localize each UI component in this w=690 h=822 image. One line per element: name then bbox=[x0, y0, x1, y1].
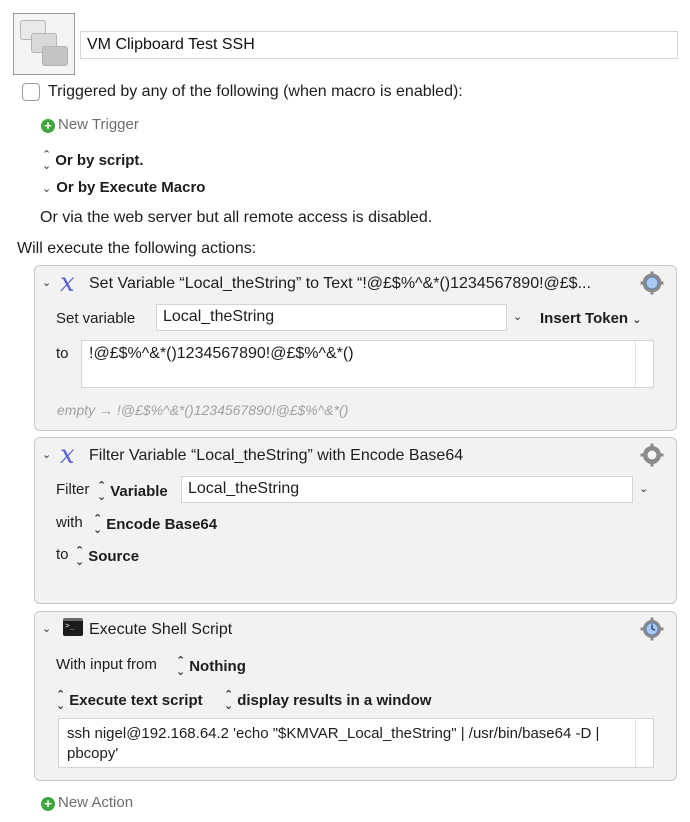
input-from-label: With input from bbox=[56, 656, 157, 673]
disclosure-chevron-icon[interactable]: ⌄ bbox=[42, 622, 51, 635]
variable-type-popup[interactable]: ⌃ ⌄ Variable bbox=[97, 481, 168, 503]
insert-token-label: Insert Token bbox=[540, 310, 629, 327]
to-label: to bbox=[56, 546, 69, 563]
up-down-chevron-icon: ⌃ ⌄ bbox=[176, 655, 186, 678]
input-source-label: Nothing bbox=[189, 657, 246, 675]
text-field-scrollbar-track bbox=[635, 341, 636, 387]
gear-icon[interactable] bbox=[640, 271, 664, 295]
shell-script-text: ssh nigel@192.168.64.2 'echo "$KMVAR_Loc… bbox=[67, 725, 600, 762]
new-trigger-label: New Trigger bbox=[58, 116, 139, 133]
insert-token-button[interactable]: Insert Token ⌄ bbox=[540, 310, 641, 327]
filter-popup[interactable]: ⌃ ⌄ Encode Base64 bbox=[93, 514, 217, 536]
chevron-down-icon: ⌄ bbox=[632, 314, 642, 326]
chevron-down-icon: ⌄ bbox=[42, 183, 52, 195]
script-mode-popup[interactable]: ⌃ ⌄ Execute text script bbox=[56, 690, 203, 712]
script-field-scrollbar-track bbox=[635, 719, 636, 767]
up-down-chevron-icon: ⌃ ⌄ bbox=[93, 513, 103, 536]
web-server-note: Or via the web server but all remote acc… bbox=[40, 209, 433, 226]
text-value-field[interactable]: !@£$%^&*()1234567890!@£$%^&*() bbox=[81, 340, 654, 388]
action-set-variable[interactable]: ⌄ x Set Variable “Local_theString” to Te… bbox=[34, 265, 677, 431]
action-title: Execute Shell Script bbox=[89, 621, 233, 638]
up-down-chevron-icon: ⌃ ⌄ bbox=[42, 149, 52, 172]
macro-name-field[interactable]: VM Clipboard Test SSH bbox=[80, 31, 678, 59]
to-label: to bbox=[56, 345, 69, 362]
plus-circle-icon: + bbox=[41, 119, 55, 133]
target-label: Source bbox=[88, 547, 140, 565]
results-popup[interactable]: ⌃ ⌄ display results in a window bbox=[224, 690, 431, 712]
or-by-execute-macro-label: Or by Execute Macro bbox=[56, 179, 206, 196]
or-by-execute-macro-toggle[interactable]: ⌄ Or by Execute Macro bbox=[42, 179, 205, 196]
actions-header: Will execute the following actions: bbox=[17, 240, 257, 257]
gear-clock-icon[interactable] bbox=[640, 617, 664, 641]
up-down-chevron-icon: ⌃ ⌄ bbox=[224, 689, 234, 712]
gear-icon[interactable] bbox=[640, 443, 664, 467]
filter-name-label: Encode Base64 bbox=[106, 515, 218, 533]
action-title: Set Variable “Local_theString” to Text “… bbox=[89, 275, 591, 292]
shell-script-field[interactable]: ssh nigel@192.168.64.2 'echo "$KMVAR_Loc… bbox=[58, 718, 654, 768]
or-by-script-label: Or by script. bbox=[55, 151, 144, 169]
with-label: with bbox=[56, 514, 83, 531]
plus-circle-icon: + bbox=[41, 797, 55, 811]
trigger-enabled-checkbox[interactable] bbox=[22, 83, 40, 101]
text-value: !@£$%^&*()1234567890!@£$%^&*() bbox=[89, 345, 354, 362]
up-down-chevron-icon: ⌃ ⌄ bbox=[75, 545, 85, 568]
variable-type-label: Variable bbox=[110, 482, 168, 500]
set-variable-label: Set variable bbox=[56, 310, 136, 327]
macro-icon[interactable] bbox=[13, 13, 75, 75]
value-preview: empty → !@£$%^&*()1234567890!@£$%^&*() bbox=[57, 402, 349, 418]
variable-x-icon: x bbox=[60, 268, 75, 298]
variable-name-field[interactable]: Local_theString bbox=[156, 304, 507, 331]
or-by-script-toggle[interactable]: ⌃ ⌄ Or by script. bbox=[42, 150, 144, 172]
input-source-popup[interactable]: ⌃ ⌄ Nothing bbox=[176, 656, 246, 678]
target-popup[interactable]: ⌃ ⌄ Source bbox=[75, 546, 139, 568]
trigger-checkbox-label: Triggered by any of the following (when … bbox=[48, 83, 463, 100]
variable-x-icon: x bbox=[60, 440, 75, 470]
new-trigger-button[interactable]: + New Trigger bbox=[41, 116, 139, 133]
filter-label: Filter bbox=[56, 481, 90, 498]
action-title: Filter Variable “Local_theString” with E… bbox=[89, 447, 464, 464]
up-down-chevron-icon: ⌃ ⌄ bbox=[97, 480, 107, 503]
new-action-label: New Action bbox=[58, 794, 134, 811]
up-down-chevron-icon: ⌃ ⌄ bbox=[56, 689, 66, 712]
filter-variable-name-field[interactable]: Local_theString bbox=[181, 476, 633, 503]
chevron-down-icon[interactable]: ⌄ bbox=[639, 482, 648, 495]
terminal-icon: >_ bbox=[63, 618, 83, 636]
disclosure-chevron-icon[interactable]: ⌄ bbox=[42, 448, 51, 461]
chevron-down-icon[interactable]: ⌄ bbox=[513, 310, 522, 323]
action-execute-shell-script[interactable]: ⌄ >_ Execute Shell Script With input fro… bbox=[34, 611, 677, 781]
disclosure-chevron-icon[interactable]: ⌄ bbox=[42, 276, 51, 289]
action-filter-variable[interactable]: ⌄ x Filter Variable “Local_theString” wi… bbox=[34, 437, 677, 604]
clipboard-card-icon bbox=[42, 46, 68, 66]
results-label: display results in a window bbox=[237, 691, 432, 709]
new-action-button[interactable]: + New Action bbox=[41, 794, 133, 811]
script-mode-label: Execute text script bbox=[69, 691, 203, 709]
